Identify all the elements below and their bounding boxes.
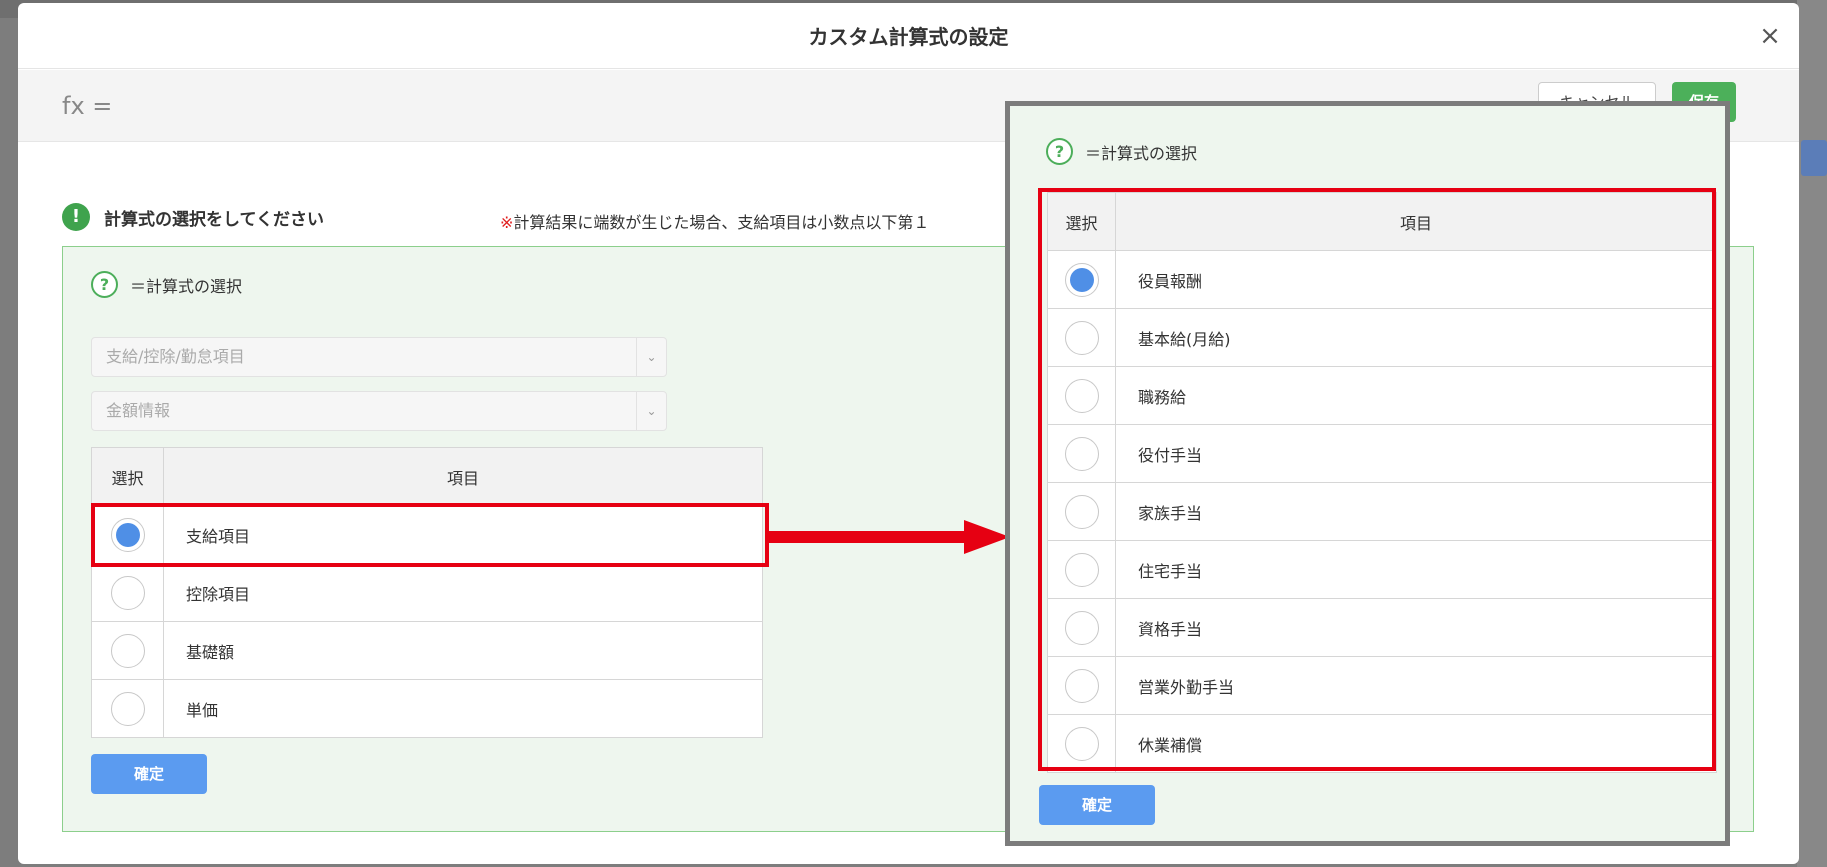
- radio-cell[interactable]: [91, 563, 164, 622]
- item-table: 選択 項目 役員報酬 基本給(月給) 職務給 役付手当 家族手当 住宅手当 資格…: [1047, 192, 1717, 773]
- chevron-down-icon[interactable]: ⌄: [636, 338, 666, 376]
- backdrop-sidebar: [1797, 0, 1827, 867]
- radio-cell[interactable]: [1047, 714, 1116, 773]
- radio-cell[interactable]: [1047, 424, 1116, 483]
- radio-unselected[interactable]: [1064, 436, 1099, 471]
- radio-unselected[interactable]: [110, 575, 145, 610]
- popup-help-text: ＝計算式の選択: [1085, 143, 1198, 163]
- category-select-value: 支給/控除/勤怠項目: [106, 347, 245, 366]
- row-label: 営業外勤手当: [1115, 656, 1717, 715]
- row-label: 控除項目: [163, 563, 763, 622]
- radio-unselected[interactable]: [1064, 378, 1099, 413]
- info-select[interactable]: 金額情報 ⌄: [91, 391, 667, 431]
- radio-unselected[interactable]: [1064, 610, 1099, 645]
- table-row[interactable]: 役付手当: [1047, 424, 1717, 483]
- alert-icon: !: [62, 203, 90, 231]
- radio-cell[interactable]: [1047, 250, 1116, 309]
- table-row[interactable]: 家族手当: [1047, 482, 1717, 541]
- radio-unselected[interactable]: [1064, 494, 1099, 529]
- row-label: 家族手当: [1115, 482, 1717, 541]
- note-mark: ※: [500, 213, 514, 232]
- table-row[interactable]: 基本給(月給): [1047, 308, 1717, 367]
- table-row[interactable]: 控除項目: [91, 563, 763, 622]
- row-label: 休業補償: [1115, 714, 1717, 773]
- radio-unselected[interactable]: [1064, 668, 1099, 703]
- category-select[interactable]: 支給/控除/勤怠項目 ⌄: [91, 337, 667, 377]
- radio-cell[interactable]: [91, 679, 164, 738]
- radio-selected[interactable]: [1064, 262, 1099, 297]
- col-item-header: 項目: [1115, 192, 1717, 251]
- radio-cell[interactable]: [1047, 540, 1116, 599]
- help-text: ＝計算式の選択: [130, 276, 243, 296]
- highlight-selected-row: [91, 503, 769, 567]
- help-icon[interactable]: ?: [1046, 138, 1073, 165]
- col-select-header: 選択: [91, 447, 164, 506]
- table-row[interactable]: 資格手当: [1047, 598, 1717, 657]
- table-row[interactable]: 住宅手当: [1047, 540, 1717, 599]
- row-label: 職務給: [1115, 366, 1717, 425]
- radio-unselected[interactable]: [110, 633, 145, 668]
- radio-cell[interactable]: [1047, 482, 1116, 541]
- table-row[interactable]: 職務給: [1047, 366, 1717, 425]
- row-label: 役員報酬: [1115, 250, 1717, 309]
- instruction-row: ! 計算式の選択をしてください: [62, 203, 324, 231]
- table-row[interactable]: 役員報酬: [1047, 250, 1717, 309]
- radio-unselected[interactable]: [1064, 726, 1099, 761]
- row-label: 役付手当: [1115, 424, 1717, 483]
- radio-cell[interactable]: [1047, 598, 1116, 657]
- radio-unselected[interactable]: [1064, 320, 1099, 355]
- popup-help-row: ? ＝計算式の選択: [1046, 138, 1197, 165]
- popup-confirm-button[interactable]: 確定: [1039, 785, 1155, 825]
- table-row[interactable]: 基礎額: [91, 621, 763, 680]
- note-text: 計算結果に端数が生じた場合、支給項目は小数点以下第１: [513, 213, 930, 232]
- modal-title: カスタム計算式の設定: [808, 25, 1009, 49]
- table-row[interactable]: 単価: [91, 679, 763, 738]
- row-label: 資格手当: [1115, 598, 1717, 657]
- confirm-button[interactable]: 確定: [91, 754, 207, 794]
- col-item-header: 項目: [163, 447, 763, 506]
- item-selection-popup: ? ＝計算式の選択 選択 項目 役員報酬 基本給(月給) 職務給 役付手当 家族…: [1005, 101, 1730, 846]
- col-select-header: 選択: [1047, 192, 1116, 251]
- category-table: 選択 項目 支給項目 控除項目 基礎額 単価: [91, 447, 763, 738]
- close-icon[interactable]: ×: [1755, 21, 1785, 51]
- help-icon[interactable]: ?: [91, 271, 118, 298]
- info-select-value: 金額情報: [106, 401, 171, 420]
- chevron-down-icon[interactable]: ⌄: [636, 392, 666, 430]
- radio-cell[interactable]: [1047, 656, 1116, 715]
- modal-header: カスタム計算式の設定 ×: [18, 3, 1799, 69]
- radio-unselected[interactable]: [110, 691, 145, 726]
- row-label: 基礎額: [163, 621, 763, 680]
- row-label: 基本給(月給): [1115, 308, 1717, 367]
- radio-cell[interactable]: [1047, 308, 1116, 367]
- radio-unselected[interactable]: [1064, 552, 1099, 587]
- radio-cell[interactable]: [91, 621, 164, 680]
- row-label: 住宅手当: [1115, 540, 1717, 599]
- instruction-text: 計算式の選択をしてください: [104, 209, 324, 230]
- backdrop-button: [1801, 140, 1827, 176]
- table-row[interactable]: 休業補償: [1047, 714, 1717, 773]
- help-row: ? ＝計算式の選択: [91, 271, 242, 298]
- formula-fx-label: fx =: [62, 92, 113, 120]
- arrow-right-icon: [768, 520, 1010, 554]
- rounding-note: ※計算結果に端数が生じた場合、支給項目は小数点以下第１: [500, 209, 929, 233]
- table-row[interactable]: 営業外勤手当: [1047, 656, 1717, 715]
- radio-cell[interactable]: [1047, 366, 1116, 425]
- row-label: 単価: [163, 679, 763, 738]
